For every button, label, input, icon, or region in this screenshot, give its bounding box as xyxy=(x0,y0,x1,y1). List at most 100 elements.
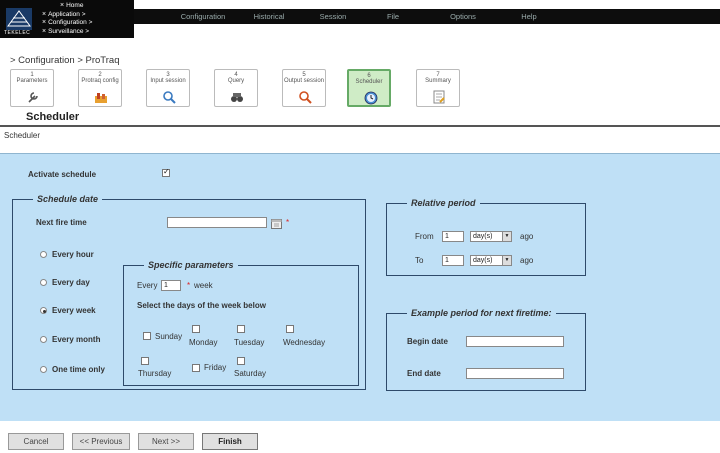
close-icon: × xyxy=(42,19,47,26)
radio-every-week[interactable] xyxy=(40,307,47,314)
day-label-monday: Monday xyxy=(189,338,218,347)
step-scheduler[interactable]: 6 Scheduler xyxy=(347,69,391,107)
radio-every-month[interactable] xyxy=(40,336,47,343)
radio-label-every-week: Every week xyxy=(52,306,96,315)
relative-period-legend: Relative period xyxy=(407,198,480,208)
nav-links: × Home × Application > × Configuration > × S… xyxy=(42,2,92,36)
day-label-wednesday: Wednesday xyxy=(283,338,326,347)
radio-label-one-time-only: One time only xyxy=(52,365,105,374)
radio-every-hour[interactable] xyxy=(40,251,47,258)
title-divider xyxy=(0,125,720,127)
page-subtitle: Scheduler xyxy=(4,131,41,140)
every-weeks-input[interactable]: 1 xyxy=(161,280,181,291)
next-fire-time-label: Next fire time xyxy=(36,218,87,227)
example-period-group: Example period for next firetime: Begin … xyxy=(386,308,586,391)
step-query[interactable]: 4 Query xyxy=(214,69,258,107)
to-ago-label: ago xyxy=(520,256,534,265)
required-mark: * xyxy=(286,218,290,227)
menu-options[interactable]: Options xyxy=(438,11,488,22)
step-summary[interactable]: 7 Summary xyxy=(416,69,460,107)
close-icon: × xyxy=(60,2,65,9)
day-label-thursday: Thursday xyxy=(138,369,172,378)
checkbox-friday[interactable] xyxy=(192,364,200,372)
brand-name: TEKELEC xyxy=(4,30,31,36)
nav-link-home[interactable]: × Home xyxy=(42,2,92,11)
checkbox-tuesday[interactable] xyxy=(237,325,245,333)
page-title-bar: Scheduler xyxy=(0,110,720,124)
menu-session[interactable]: Session xyxy=(308,11,358,22)
radio-label-every-month: Every month xyxy=(52,335,101,344)
day-label-friday: Friday xyxy=(204,363,227,372)
end-date-label: End date xyxy=(407,369,441,378)
required-mark: * xyxy=(187,281,191,290)
checkbox-sunday[interactable] xyxy=(143,332,151,340)
next-fire-time-input[interactable] xyxy=(167,217,267,228)
day-label-sunday: Sunday xyxy=(155,332,183,341)
step-output-session[interactable]: 5 Output session xyxy=(282,69,326,107)
tekelec-logo-icon xyxy=(6,8,32,30)
calendar-icon[interactable] xyxy=(271,219,282,229)
checkbox-monday[interactable] xyxy=(192,325,200,333)
begin-date-input[interactable] xyxy=(466,336,564,347)
specific-parameters-group: Specific parameters Every 1 * week Selec… xyxy=(123,260,359,386)
finish-button[interactable]: Finish xyxy=(202,433,258,450)
to-unit-select[interactable]: day(s) ▼ xyxy=(470,255,512,266)
top-bar: TEKELEC × Home × Application > × Configurat… xyxy=(0,0,720,38)
to-label: To xyxy=(415,256,424,265)
next-button[interactable]: Next >> xyxy=(138,433,194,450)
schedule-date-group: Schedule date Next fire time * Every hou… xyxy=(12,194,366,390)
magnifier-icon xyxy=(163,91,176,104)
from-ago-label: ago xyxy=(520,232,534,241)
radio-label-every-hour: Every hour xyxy=(52,250,94,259)
checkbox-wednesday[interactable] xyxy=(286,325,294,333)
clock-icon xyxy=(364,91,378,105)
specific-parameters-legend: Specific parameters xyxy=(144,260,238,270)
close-icon: × xyxy=(42,27,47,35)
checkbox-thursday[interactable] xyxy=(141,357,149,365)
nav-link-configuration[interactable]: × Configuration > xyxy=(42,19,92,28)
menu-bar: Configuration Historical Session File Op… xyxy=(134,9,720,24)
chevron-down-icon: ▼ xyxy=(502,256,511,265)
previous-button[interactable]: << Previous xyxy=(72,433,130,450)
schedule-date-legend: Schedule date xyxy=(33,194,103,204)
days-prompt: Select the days of the week below xyxy=(137,301,266,310)
every-label: Every xyxy=(137,281,158,290)
page-title: Scheduler xyxy=(26,111,80,123)
end-date-input[interactable] xyxy=(466,368,564,379)
activate-schedule-label: Activate schedule xyxy=(28,170,97,179)
day-label-tuesday: Tuesday xyxy=(234,338,265,347)
chevron-down-icon: ▼ xyxy=(502,232,511,241)
from-label: From xyxy=(415,232,434,241)
menu-configuration[interactable]: Configuration xyxy=(168,11,238,22)
document-icon xyxy=(433,90,445,104)
from-input[interactable]: 1 xyxy=(442,231,464,242)
step-input-session[interactable]: 3 Input session xyxy=(146,69,190,107)
radio-label-every-day: Every day xyxy=(52,278,90,287)
week-unit-label: week xyxy=(194,281,213,290)
menu-file[interactable]: File xyxy=(378,11,408,22)
chart-icon xyxy=(95,93,107,103)
begin-date-label: Begin date xyxy=(407,337,448,346)
magnifier-icon xyxy=(299,91,312,104)
scheduler-panel: Activate schedule Schedule date Next fir… xyxy=(0,153,720,421)
menu-help[interactable]: Help xyxy=(514,11,544,22)
radio-every-day[interactable] xyxy=(40,279,47,286)
binoculars-icon xyxy=(231,93,243,102)
step-parameters[interactable]: 1 Parameters xyxy=(10,69,54,107)
menu-historical[interactable]: Historical xyxy=(244,11,294,22)
checkbox-saturday[interactable] xyxy=(237,357,245,365)
example-period-legend: Example period for next firetime: xyxy=(407,308,556,318)
step-protraq-config[interactable]: 2 Protraq config xyxy=(78,69,122,107)
cancel-button[interactable]: Cancel xyxy=(8,433,64,450)
radio-one-time-only[interactable] xyxy=(40,366,47,373)
to-input[interactable]: 1 xyxy=(442,255,464,266)
relative-period-group: Relative period From 1 day(s) ▼ ago To 1… xyxy=(386,198,586,276)
activate-schedule-checkbox[interactable] xyxy=(162,167,170,177)
nav-link-surveillance[interactable]: × Surveillance > xyxy=(42,28,92,37)
breadcrumb: > Configuration > ProTraq xyxy=(10,55,120,66)
from-unit-select[interactable]: day(s) ▼ xyxy=(470,231,512,242)
nav-link-application[interactable]: × Application > xyxy=(42,11,92,20)
day-label-saturday: Saturday xyxy=(234,369,267,378)
close-icon: × xyxy=(42,10,47,18)
wrench-icon xyxy=(28,92,38,103)
